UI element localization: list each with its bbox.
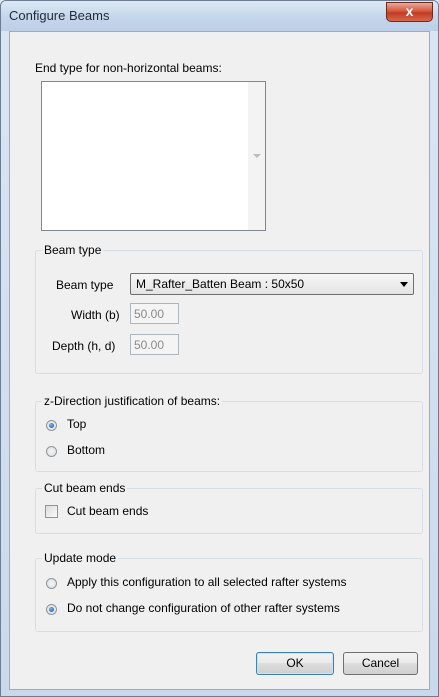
chevron-down-icon <box>400 282 408 287</box>
update-mode-group-title: Update mode <box>42 551 119 565</box>
cancel-button[interactable]: Cancel <box>343 652 418 675</box>
depth-field[interactable]: 50.00 <box>130 334 179 355</box>
cut-beam-ends-checkbox[interactable] <box>45 505 58 518</box>
top-radio-label[interactable]: Top <box>67 417 86 431</box>
cut-beam-ends-group-title: Cut beam ends <box>42 481 128 495</box>
configure-beams-dialog: Configure Beams x End type for non-horiz… <box>0 0 439 697</box>
beam-type-value: M_Rafter_Batten Beam : 50x50 <box>136 277 305 291</box>
cut-beam-ends-group: Cut beam ends Cut beam ends <box>35 481 423 534</box>
apply-all-radio-label[interactable]: Apply this configuration to all selected… <box>67 575 346 589</box>
ok-button[interactable]: OK <box>256 652 334 675</box>
top-radio[interactable] <box>46 420 57 431</box>
title-bar[interactable]: Configure Beams x <box>1 1 438 31</box>
beam-type-label: Beam type <box>56 278 114 292</box>
depth-label: Depth (h, d) <box>52 339 116 353</box>
scroll-down-arrow-icon[interactable] <box>253 154 261 158</box>
do-not-change-radio[interactable] <box>46 604 57 615</box>
end-type-label: End type for non-horizontal beams: <box>35 61 222 75</box>
do-not-change-radio-label[interactable]: Do not change configuration of other raf… <box>67 601 340 615</box>
beam-type-group-title: Beam type <box>42 243 104 257</box>
update-mode-group: Update mode Apply this configuration to … <box>35 551 423 632</box>
width-label: Width (b) <box>71 308 120 322</box>
z-direction-group: z-Direction justification of beams: Top … <box>35 394 423 472</box>
z-direction-group-title: z-Direction justification of beams: <box>42 394 223 408</box>
width-field[interactable]: 50.00 <box>130 303 179 324</box>
apply-all-radio[interactable] <box>46 578 57 589</box>
beam-type-select[interactable]: M_Rafter_Batten Beam : 50x50 <box>130 273 414 295</box>
end-type-list[interactable] <box>41 81 266 231</box>
window-title: Configure Beams <box>9 8 110 23</box>
bottom-radio[interactable] <box>46 446 57 457</box>
close-button[interactable]: x <box>386 2 433 22</box>
dialog-body: End type for non-horizontal beams: Beam … <box>9 31 430 690</box>
end-type-list-scrollbar[interactable] <box>248 82 265 230</box>
bottom-radio-label[interactable]: Bottom <box>67 443 105 457</box>
cut-beam-ends-checkbox-label[interactable]: Cut beam ends <box>67 504 148 518</box>
beam-type-group: Beam type Beam type M_Rafter_Batten Beam… <box>35 243 423 374</box>
close-icon: x <box>405 3 414 19</box>
